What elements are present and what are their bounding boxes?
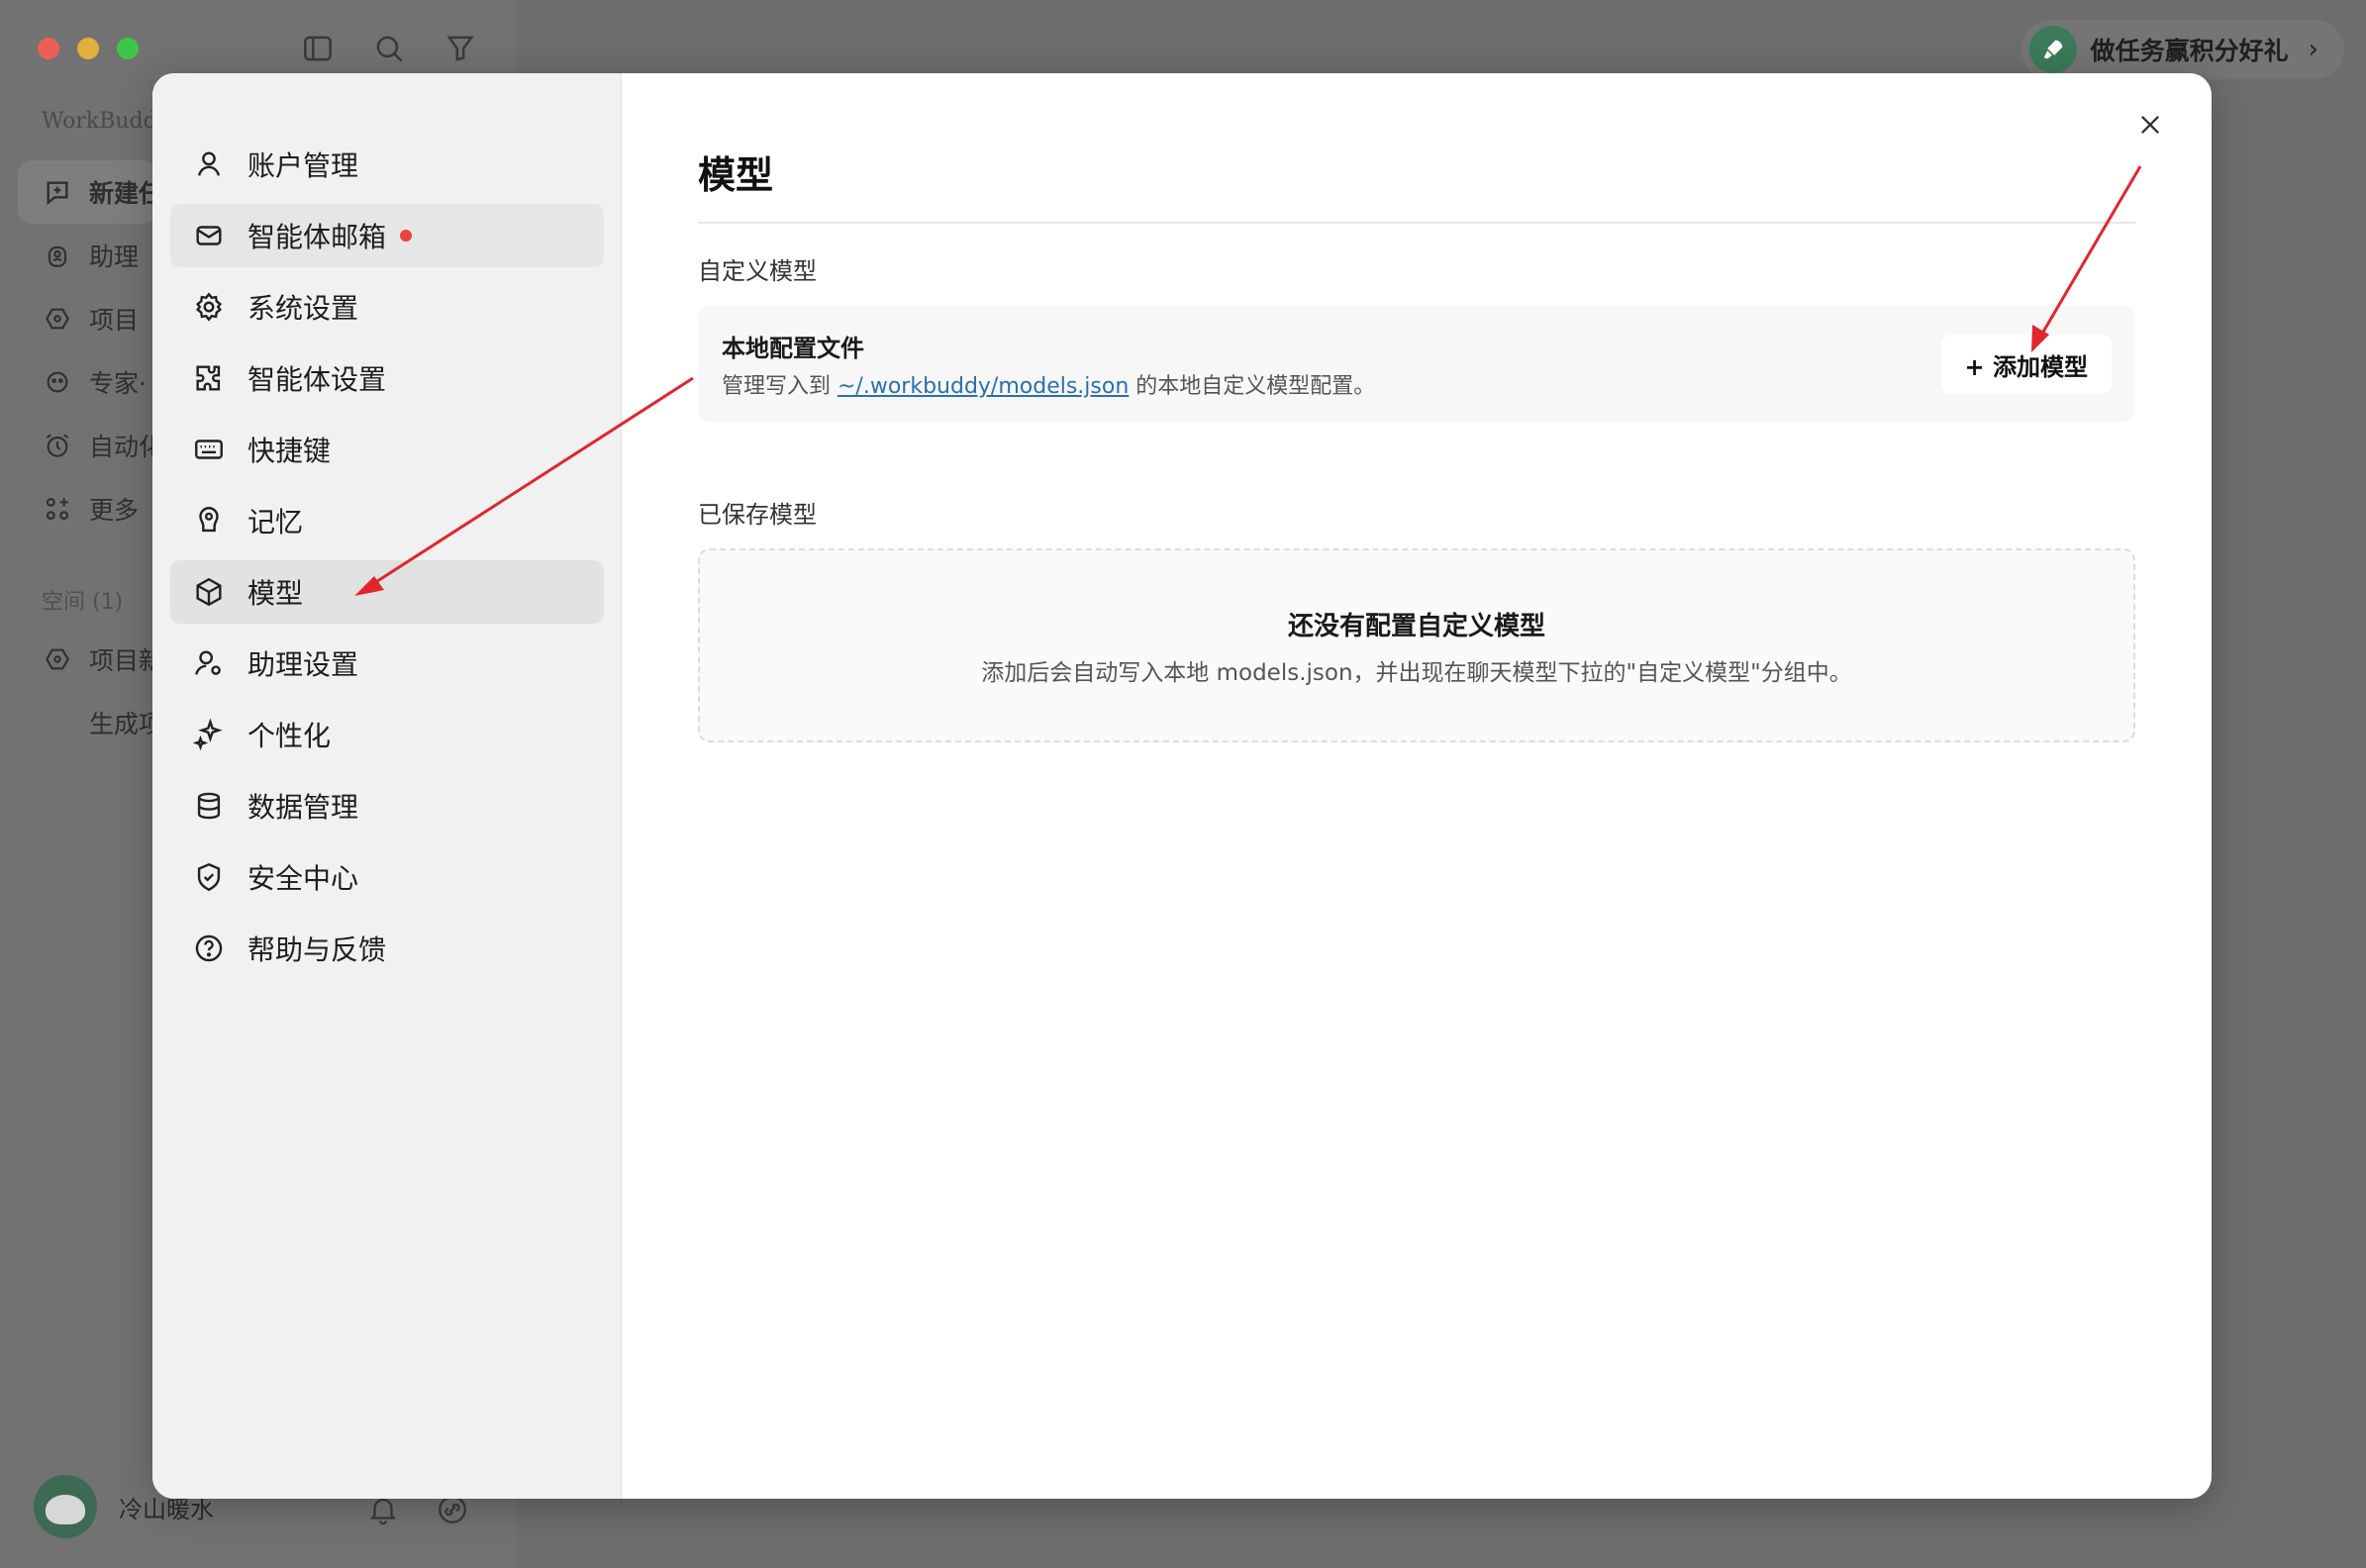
add-model-button[interactable]: + 添加模型 <box>1940 335 2112 394</box>
nav-label: 助理 <box>89 243 140 271</box>
menu-item-label: 数据管理 <box>247 791 359 824</box>
config-path-link[interactable]: ~/.workbuddy/models.json <box>838 374 1129 399</box>
menu-item-label: 快捷键 <box>247 435 332 467</box>
empty-state: 还没有配置自定义模型 添加后会自动写入本地 models.json，并出现在聊天… <box>698 548 2135 742</box>
assistant-icon <box>48 245 67 267</box>
expert-icon <box>47 371 68 393</box>
menu-item-agent-mailbox[interactable]: 智能体邮箱 <box>170 204 604 267</box>
search-icon[interactable] <box>370 30 408 67</box>
menu-item-label: 系统设置 <box>247 292 359 325</box>
notification-dot <box>400 230 413 242</box>
space-project-item[interactable]: 项目新 <box>42 641 163 677</box>
memory-icon <box>199 507 219 533</box>
sidebar-toggle-icon[interactable] <box>299 30 337 67</box>
space-section-label[interactable]: 空间 (1) <box>42 584 123 616</box>
menu-item-label: 帮助与反馈 <box>247 933 387 966</box>
alarm-icon <box>46 434 69 457</box>
menu-item-personalization[interactable]: 个性化 <box>170 703 604 766</box>
section-label-custom: 自定义模型 <box>698 257 817 285</box>
project-icon <box>46 308 69 330</box>
app-brand: WorkBudd <box>42 109 157 134</box>
menu-item-label: 智能体邮箱 <box>247 221 387 253</box>
config-desc-suffix: 的本地自定义模型配置。 <box>1129 374 1376 399</box>
promo-label: 做任务赢积分好礼 <box>2090 37 2289 65</box>
page-title: 模型 <box>698 153 774 197</box>
menu-item-help[interactable]: 帮助与反馈 <box>170 917 604 980</box>
menu-item-label: 智能体设置 <box>247 363 387 396</box>
menu-item-label: 账户管理 <box>247 149 359 182</box>
sparkle-icon <box>192 718 223 751</box>
menu-item-system-settings[interactable]: 系统设置 <box>170 275 604 339</box>
chevron-right-icon: › <box>2308 35 2318 64</box>
section-label-saved: 已保存模型 <box>698 501 817 529</box>
mail-icon <box>196 226 222 245</box>
nav-label: 更多 <box>89 496 140 525</box>
settings-sidebar: 账户管理 智能体邮箱 系统设置 智能体设置 快捷键 记忆 模型 助理设置 个性化… <box>152 73 622 1499</box>
menu-item-agent-settings[interactable]: 智能体设置 <box>170 346 604 410</box>
menu-item-label: 个性化 <box>247 720 332 752</box>
close-icon <box>2141 116 2159 134</box>
filter-icon[interactable] <box>442 30 479 67</box>
menu-item-assistant-settings[interactable]: 助理设置 <box>170 632 604 695</box>
menu-item-model[interactable]: 模型 <box>170 560 604 624</box>
database-icon <box>197 792 221 820</box>
nav-label: 项目 <box>89 306 140 335</box>
avatar <box>34 1475 97 1538</box>
keyboard-icon <box>195 440 223 459</box>
close-button[interactable] <box>2128 103 2172 147</box>
menu-item-label: 助理设置 <box>247 648 359 681</box>
menu-item-security[interactable]: 安全中心 <box>170 845 604 909</box>
nav-project[interactable]: 项目 <box>18 287 156 350</box>
nav-new-task[interactable]: 新建任 <box>18 160 163 224</box>
menu-item-data-management[interactable]: 数据管理 <box>170 774 604 837</box>
cube-icon <box>196 577 222 607</box>
empty-desc: 添加后会自动写入本地 models.json，并出现在聊天模型下拉的"自定义模型… <box>981 660 1852 686</box>
menu-item-label: 记忆 <box>247 506 304 539</box>
menu-item-label: 安全中心 <box>247 862 359 895</box>
local-config-card: 本地配置文件 管理写入到 ~/.workbuddy/models.json 的本… <box>698 305 2135 422</box>
window-close-button[interactable] <box>38 38 59 59</box>
nav-automation[interactable]: 自动化 <box>18 414 163 477</box>
promo-button[interactable]: 做任务赢积分好礼 › <box>2021 20 2344 79</box>
menu-item-account[interactable]: 账户管理 <box>170 133 604 196</box>
rocket-icon <box>2028 26 2077 73</box>
nav-expert[interactable]: 专家· <box>18 350 156 414</box>
user-icon <box>197 151 221 176</box>
window-minimize-button[interactable] <box>77 38 99 59</box>
config-desc: 管理写入到 ~/.workbuddy/models.json 的本地自定义模型配… <box>722 368 1375 400</box>
empty-title: 还没有配置自定义模型 <box>1287 612 1545 641</box>
nav-assistant[interactable]: 助理 <box>18 224 156 287</box>
config-title: 本地配置文件 <box>722 335 864 362</box>
user-gear-icon <box>195 650 221 675</box>
nav-label: 专家· <box>89 369 147 398</box>
divider <box>698 222 2135 224</box>
gear-icon <box>196 292 222 322</box>
config-desc-prefix: 管理写入到 <box>722 374 838 399</box>
plus-chat-icon <box>47 181 68 206</box>
menu-item-shortcuts[interactable]: 快捷键 <box>170 418 604 481</box>
help-icon <box>195 934 223 962</box>
window-zoom-button[interactable] <box>117 38 139 59</box>
menu-item-memory[interactable]: 记忆 <box>170 489 604 552</box>
nav-more[interactable]: 更多 <box>18 477 156 540</box>
settings-menu: 账户管理 智能体邮箱 系统设置 智能体设置 快捷键 记忆 模型 助理设置 个性化… <box>170 133 604 988</box>
settings-modal: 账户管理 智能体邮箱 系统设置 智能体设置 快捷键 记忆 模型 助理设置 个性化… <box>152 73 2212 1499</box>
app-nav: 新建任 助理 项目 专家· 自动化 更多 <box>18 160 163 540</box>
apps-icon <box>46 497 69 521</box>
menu-item-label: 模型 <box>247 577 304 610</box>
shield-icon <box>197 862 221 892</box>
project-icon <box>46 648 69 670</box>
puzzle-icon <box>196 365 221 391</box>
